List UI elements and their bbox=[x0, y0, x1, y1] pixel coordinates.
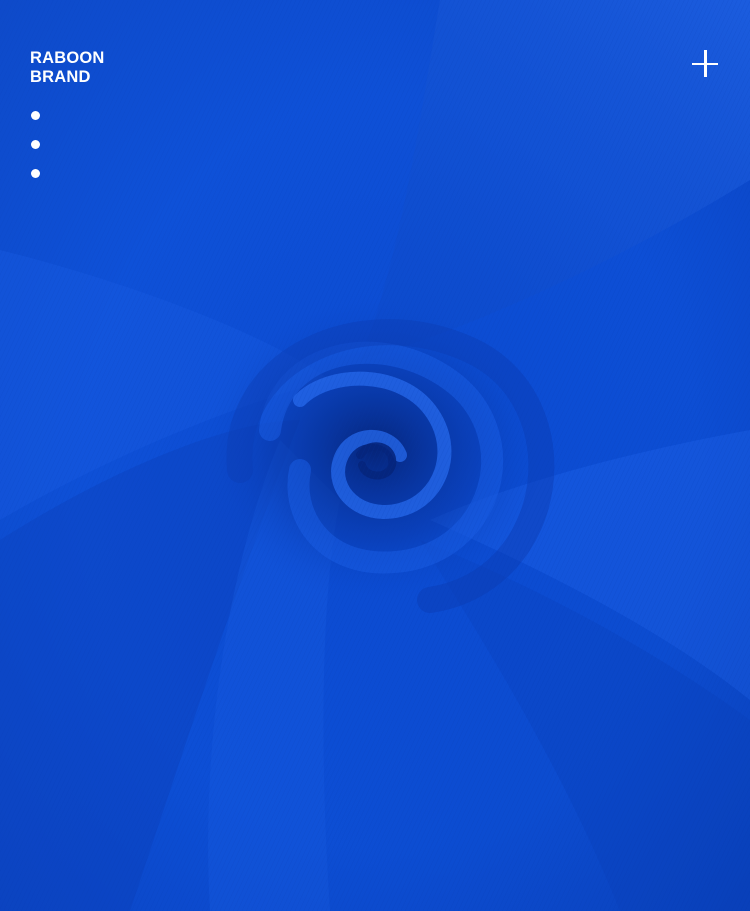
dot-icon bbox=[30, 169, 40, 178]
page: RABOON BRAND bbox=[0, 0, 750, 911]
dot-icon bbox=[30, 111, 40, 120]
plus-icon bbox=[692, 50, 720, 78]
brand-line-2: BRAND bbox=[30, 68, 91, 86]
dot-icon bbox=[30, 140, 40, 149]
brand-line-1: RABOON bbox=[30, 49, 105, 67]
decorative-dots bbox=[30, 111, 42, 198]
blue-fabric-swirl-image bbox=[0, 0, 750, 911]
brand-name: RABOON BRAND bbox=[30, 49, 105, 87]
